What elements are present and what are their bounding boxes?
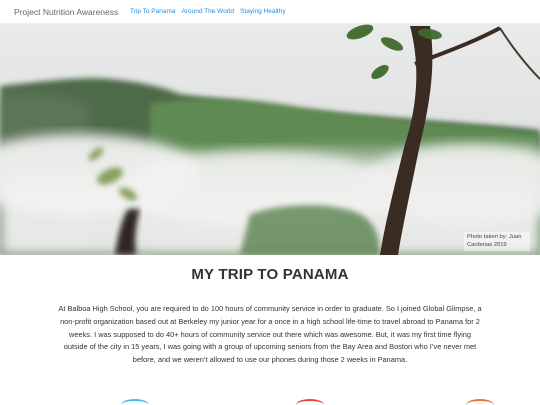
intro-paragraph: At Balboa High School, you are required …	[58, 304, 482, 365]
hero-photo: Photo taken by: Juan Cardenas 2019	[0, 24, 540, 255]
photo-credit-caption: Photo taken by: Juan Cardenas 2019	[464, 232, 530, 251]
nav-menu: Trip To Panama Around The World Staying …	[130, 8, 286, 15]
site-brand[interactable]: Project Nutrition Awareness	[14, 7, 118, 17]
top-navbar: Project Nutrition Awareness Trip To Pana…	[0, 0, 540, 24]
circle-icon-left	[121, 399, 149, 405]
circle-icon-middle	[296, 399, 324, 405]
nav-link-trip-to-panama[interactable]: Trip To Panama	[130, 8, 176, 15]
circle-icon-right	[466, 399, 494, 405]
nav-link-around-the-world[interactable]: Around The World	[182, 8, 235, 15]
page-title: MY TRIP TO PANAMA	[191, 266, 349, 283]
nav-link-staying-healthy[interactable]: Staying Healthy	[240, 8, 286, 15]
mountain-landscape-image	[0, 24, 540, 255]
